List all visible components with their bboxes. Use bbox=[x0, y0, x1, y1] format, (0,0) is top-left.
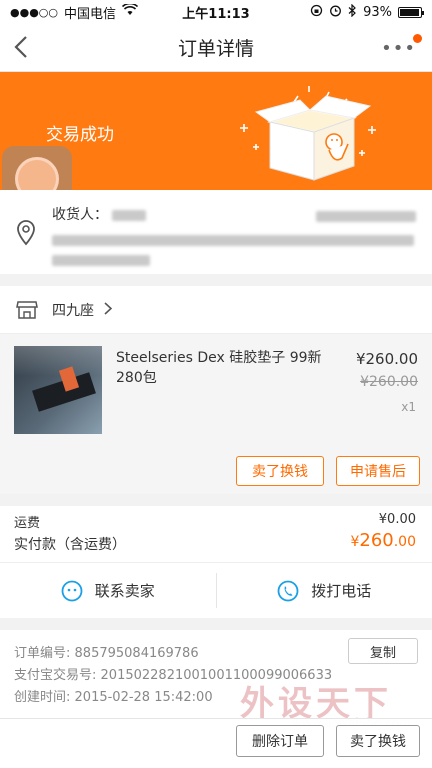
status-bar: ●●●○○ 中国电信 上午11:13 93% bbox=[0, 0, 432, 24]
order-item[interactable]: Steelseries Dex 硅胶垫子 99新 280包 ¥260.00 ¥2… bbox=[0, 334, 432, 494]
payment-summary: 运费 ¥0.00 实付款（含运费） ¥260.00 bbox=[0, 506, 432, 562]
bottom-action-bar: 删除订单 卖了换钱 bbox=[0, 718, 432, 768]
order-number: 885795084169786 bbox=[74, 646, 199, 661]
paid-decimal: .00 bbox=[393, 534, 416, 550]
call-button[interactable]: 拨打电话 bbox=[217, 563, 432, 618]
alipay-number-label: 支付宝交易号: bbox=[14, 668, 97, 683]
created-time-row: 创建时间: 2015-02-28 15:42:00 bbox=[14, 686, 213, 705]
product-original-price: ¥260.00 bbox=[360, 374, 418, 390]
copy-button[interactable]: 复制 bbox=[348, 638, 418, 664]
shipping-address[interactable]: 收货人： bbox=[0, 190, 432, 274]
order-status: 交易成功 bbox=[46, 125, 114, 145]
call-label: 拨打电话 bbox=[311, 582, 372, 600]
notification-dot bbox=[413, 34, 422, 43]
more-dots-icon: ••• bbox=[381, 38, 416, 59]
bluetooth-icon bbox=[348, 3, 357, 21]
rotation-lock-icon bbox=[310, 4, 323, 21]
more-button[interactable]: ••• bbox=[381, 34, 422, 59]
created-time-label: 创建时间: bbox=[14, 690, 71, 705]
chevron-right-icon bbox=[104, 300, 113, 319]
page-title: 订单详情 bbox=[177, 38, 254, 60]
paid-integer: 260 bbox=[359, 530, 394, 551]
contact-bar: 联系卖家 拨打电话 bbox=[0, 562, 432, 618]
paid-label: 实付款（含运费） bbox=[14, 537, 126, 553]
alipay-number: 2015022821001001100099006633 bbox=[100, 668, 333, 683]
receiver-name-blurred bbox=[112, 209, 147, 221]
order-number-row: 订单编号: 885795084169786 bbox=[14, 642, 199, 661]
nav-bar: 订单详情 ••• bbox=[0, 24, 432, 72]
signal-icon: ●●●○○ bbox=[10, 5, 58, 19]
receiver-row: 收货人： bbox=[52, 204, 147, 224]
alarm-icon bbox=[329, 4, 342, 21]
order-number-label: 订单编号: bbox=[14, 646, 71, 661]
contact-seller-label: 联系卖家 bbox=[94, 582, 155, 600]
shop-row[interactable]: 四九座 bbox=[0, 286, 432, 334]
address-line-blurred bbox=[52, 230, 414, 249]
paid-amount: ¥260.00 bbox=[350, 530, 416, 551]
shipping-label: 运费 bbox=[14, 516, 41, 531]
resell-bottom-button[interactable]: 卖了换钱 bbox=[336, 725, 420, 757]
address-line-blurred bbox=[52, 250, 150, 269]
shop-name: 四九座 bbox=[52, 302, 94, 319]
store-icon bbox=[16, 300, 38, 319]
wifi-icon bbox=[121, 2, 139, 20]
created-time: 2015-02-28 15:42:00 bbox=[74, 690, 213, 705]
battery-percent: 93% bbox=[363, 4, 392, 20]
carrier: 中国电信 bbox=[64, 6, 117, 22]
receiver-label: 收货人： bbox=[52, 207, 108, 223]
open-box-illustration bbox=[240, 86, 376, 181]
phone-icon bbox=[277, 580, 299, 601]
resell-button[interactable]: 卖了换钱 bbox=[236, 456, 324, 486]
product-quantity: x1 bbox=[401, 400, 416, 414]
product-thumbnail bbox=[14, 346, 102, 434]
chat-face-icon bbox=[61, 580, 83, 601]
product-price: ¥260.00 bbox=[355, 350, 418, 368]
location-pin-icon bbox=[17, 220, 35, 246]
chevron-left-icon bbox=[14, 36, 27, 58]
receiver-phone-blurred bbox=[316, 206, 416, 225]
battery-icon bbox=[398, 6, 424, 18]
shipping-value: ¥0.00 bbox=[378, 512, 416, 527]
contact-seller-button[interactable]: 联系卖家 bbox=[0, 563, 216, 618]
delete-order-button[interactable]: 删除订单 bbox=[236, 725, 324, 757]
after-sale-button[interactable]: 申请售后 bbox=[336, 456, 420, 486]
product-title: Steelseries Dex 硅胶垫子 99新 280包 bbox=[116, 350, 322, 386]
alipay-number-row: 支付宝交易号: 2015022821001001100099006633 bbox=[14, 664, 332, 683]
clock: 上午11:13 bbox=[182, 6, 250, 22]
back-button[interactable] bbox=[14, 36, 28, 61]
